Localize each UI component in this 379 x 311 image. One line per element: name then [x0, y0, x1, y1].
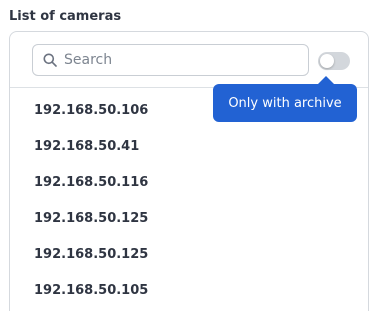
- search-input[interactable]: [64, 52, 304, 68]
- camera-list-item[interactable]: 192.168.50.41: [34, 129, 148, 165]
- archive-tooltip: Only with archive: [213, 84, 357, 122]
- camera-list-page: List of cameras 192.168.50.106 192.168.5…: [0, 0, 379, 311]
- camera-list-item[interactable]: 192.168.50.125: [34, 237, 148, 273]
- camera-list-item[interactable]: 192.168.50.106: [34, 93, 148, 129]
- camera-list-item[interactable]: 192.168.50.116: [34, 165, 148, 201]
- camera-list: 192.168.50.106 192.168.50.41 192.168.50.…: [34, 94, 148, 309]
- tooltip-arrow: [318, 76, 334, 84]
- search-icon: [43, 53, 57, 67]
- section-title: List of cameras: [9, 9, 122, 24]
- archive-toggle[interactable]: [318, 52, 350, 70]
- search-box[interactable]: [32, 44, 309, 76]
- camera-list-item[interactable]: 192.168.50.105: [34, 273, 148, 309]
- toggle-knob: [320, 54, 334, 68]
- camera-list-item[interactable]: 192.168.50.125: [34, 201, 148, 237]
